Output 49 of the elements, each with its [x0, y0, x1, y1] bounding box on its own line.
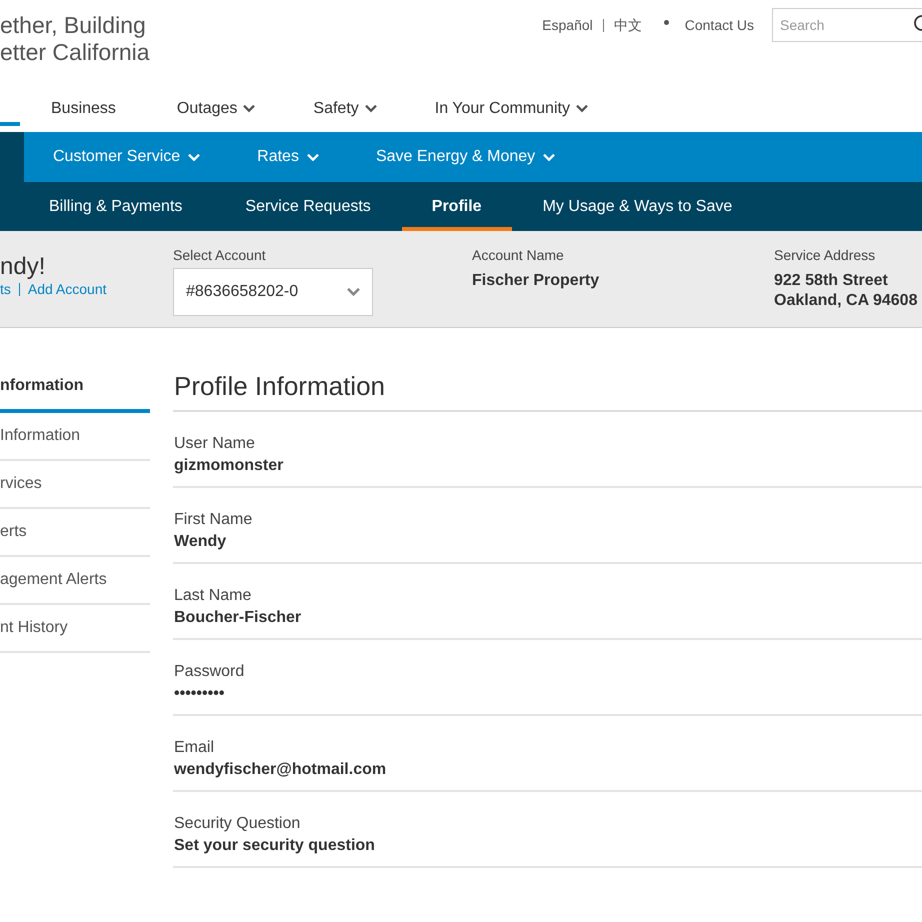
- field-label: Last Name: [174, 586, 252, 606]
- field-value: gizmomonster: [174, 456, 284, 476]
- field-label: Select Account: [173, 247, 267, 263]
- sidebar-item[interactable]: nt History: [0, 605, 150, 653]
- language-link[interactable]: Español: [542, 17, 593, 33]
- address-line: 922 58th Street: [774, 271, 889, 291]
- bullet-icon: [664, 20, 669, 25]
- nav-link[interactable]: Business: [51, 100, 116, 118]
- nav-link[interactable]: Safety: [313, 100, 377, 118]
- language-link[interactable]: Contact Us: [684, 17, 754, 33]
- greeting: ndy!: [0, 253, 46, 281]
- field-label: Email: [174, 738, 216, 758]
- field-label: First Name: [174, 510, 254, 530]
- active-tab-indicator: [0, 122, 20, 126]
- section-nav-link[interactable]: Save Energy & Money: [376, 148, 556, 166]
- field-value: •••••••••: [174, 684, 226, 704]
- sidebar-item[interactable]: nformation: [0, 363, 150, 413]
- field-label: Account Name: [472, 247, 565, 263]
- sidebar-item[interactable]: agement Alerts: [0, 557, 150, 605]
- address-line: Oakland, CA 94608: [774, 291, 918, 311]
- sub-nav-tab[interactable]: Billing & Payments: [49, 182, 182, 231]
- sidebar-item[interactable]: rvices: [0, 461, 150, 509]
- sidebar-item[interactable]: erts: [0, 509, 150, 557]
- section-nav-link[interactable]: Customer Service: [53, 148, 200, 166]
- nav-link[interactable]: In Your Community: [434, 100, 588, 118]
- sub-nav-tab[interactable]: Service Requests: [245, 182, 371, 231]
- field-label: User Name: [174, 434, 256, 454]
- field-value: Set your security question: [174, 836, 376, 856]
- language-link[interactable]: 中文: [614, 17, 642, 35]
- field-label: Service Address: [774, 247, 876, 263]
- field-value: wendyfischer@hotmail.com: [174, 760, 388, 780]
- logo-text: etter California: [0, 39, 150, 66]
- field-value: Boucher-Fischer: [174, 608, 302, 628]
- section-nav-link[interactable]: Rates: [257, 148, 319, 166]
- logo-text: ether, Building: [0, 12, 147, 39]
- chevron-down-icon: [306, 152, 319, 162]
- chevron-down-icon: [188, 152, 200, 162]
- field-value: Wendy: [174, 532, 228, 552]
- page-title: Profile Information: [173, 363, 922, 412]
- nav-link[interactable]: Outages: [176, 100, 256, 118]
- field-label: Password: [174, 662, 246, 682]
- field-label: Security Question: [174, 814, 302, 834]
- chevron-down-icon: [347, 287, 360, 297]
- chevron-down-icon: [543, 152, 556, 162]
- search-field[interactable]: Search: [772, 8, 922, 42]
- sub-nav-tab[interactable]: My Usage & Ways to Save: [542, 182, 732, 231]
- sidebar-item[interactable]: Information: [0, 413, 150, 461]
- account-select[interactable]: #8636658202-0: [173, 268, 373, 316]
- account-name: Fischer Property: [472, 271, 600, 291]
